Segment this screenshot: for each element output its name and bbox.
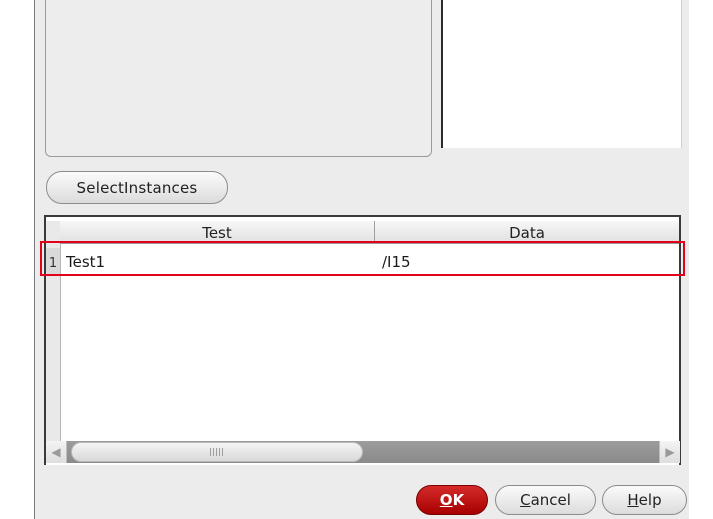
select-instances-label: SelectInstances [76,178,198,197]
instance-list-panel[interactable] [45,0,432,157]
dialog-left-edge [34,0,35,519]
cancel-label-rest: ancel [530,491,571,509]
scrollbar-thumb[interactable] [71,442,363,462]
cancel-mnemonic: C [520,491,531,509]
column-header-data[interactable]: Data [375,221,679,243]
help-button[interactable]: Help [602,485,687,515]
select-instances-button[interactable]: SelectInstances [46,171,228,204]
horizontal-scrollbar[interactable]: ◀ ▶ [46,441,680,463]
ok-mnemonic: O [439,491,453,509]
help-label-rest: elp [638,491,662,509]
scroll-left-icon[interactable]: ◀ [46,441,67,463]
ok-label-rest: K [452,491,465,509]
help-mnemonic: H [627,491,639,509]
row-highlight-box [40,241,685,276]
grip-icon [210,448,224,456]
column-header-test[interactable]: Test [60,221,375,243]
ok-button[interactable]: OK [416,485,488,515]
cancel-button[interactable]: Cancel [495,485,596,515]
scroll-right-icon[interactable]: ▶ [659,441,680,463]
preview-panel [441,0,682,148]
